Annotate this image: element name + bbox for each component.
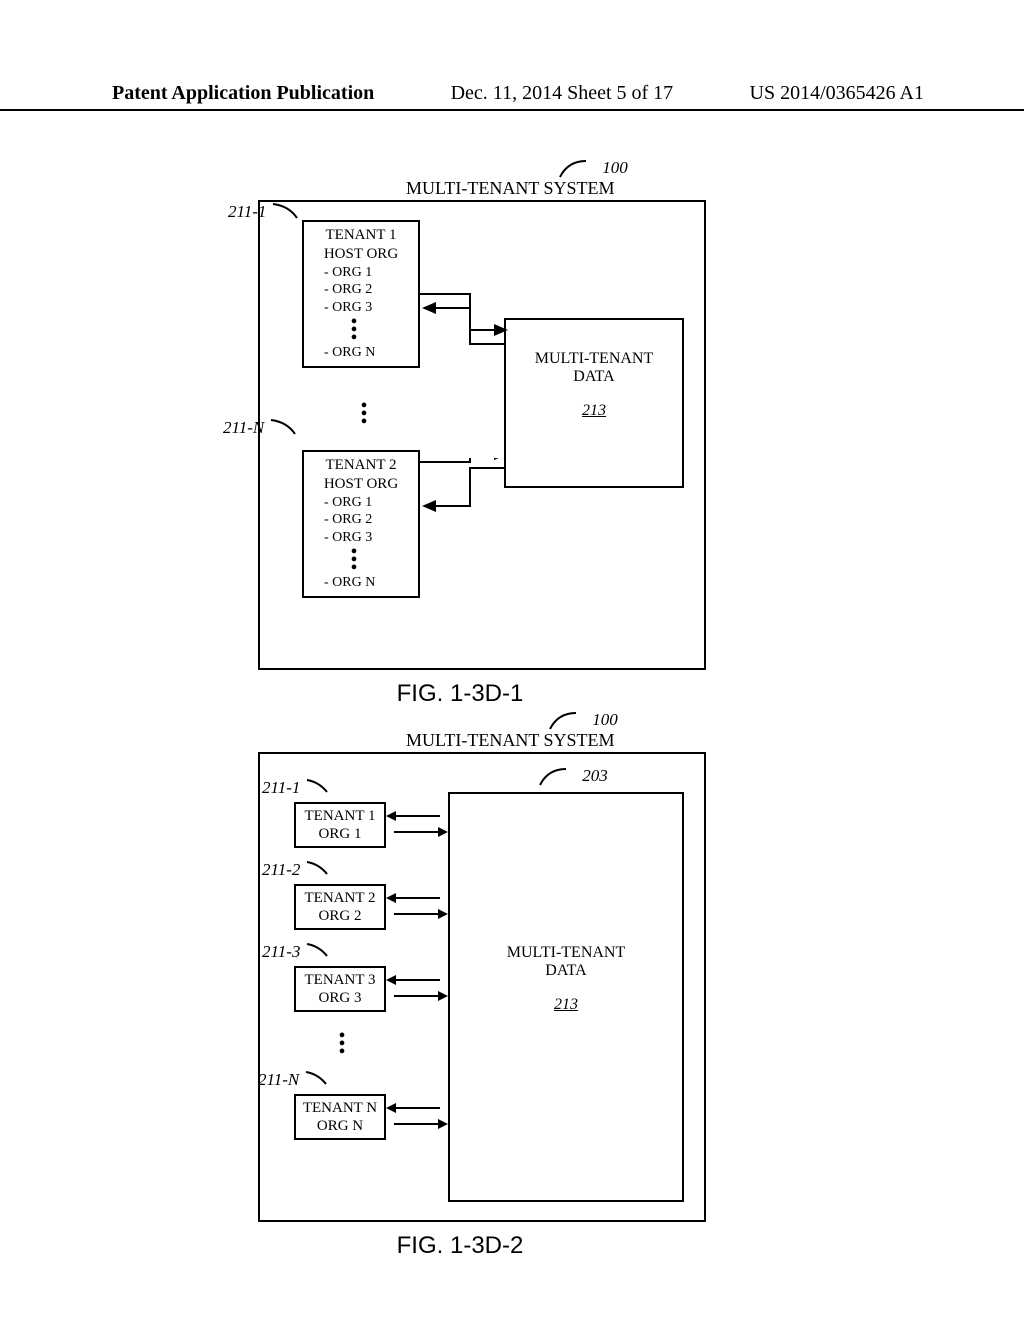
data-ref-2: 213 xyxy=(554,996,578,1014)
system-ref-label-2: 100 xyxy=(548,710,618,731)
tenant-ref-n: 211-N xyxy=(258,1070,330,1090)
figure-caption-1: FIG. 1-3D-1 xyxy=(360,680,560,708)
dots-icon: ••• xyxy=(344,548,364,572)
system-title: MULTI-TENANT SYSTEM xyxy=(406,178,615,199)
tenant-ref-3: 211-3 xyxy=(262,942,331,962)
header-mid: Dec. 11, 2014 Sheet 5 of 17 xyxy=(451,82,674,105)
biarrow-icon xyxy=(386,812,448,836)
arrow-tenant2-to-data xyxy=(420,458,510,518)
arrow-tenant1-to-data xyxy=(420,290,510,350)
data-title: MULTI-TENANT DATA xyxy=(506,350,682,386)
tenant2-box: TENANT 2 HOST ORG - ORG 1 - ORG 2 - ORG … xyxy=(302,450,420,598)
data-ref: 213 xyxy=(582,402,606,420)
data-box-ref-203: 203 xyxy=(538,766,608,787)
header-left: Patent Application Publication xyxy=(0,82,374,105)
tenant1-box: TENANT 1 HOST ORG - ORG 1 - ORG 2 - ORG … xyxy=(302,220,420,368)
tenant1-orgs: - ORG 1 - ORG 2 - ORG 3 ••• - ORG N xyxy=(324,264,412,362)
system-ref-label: 100 xyxy=(558,158,628,179)
multi-tenant-data-box: MULTI-TENANT DATA 213 xyxy=(504,318,684,488)
figure-caption-2: FIG. 1-3D-2 xyxy=(360,1232,560,1260)
dots-icon: ••• xyxy=(344,318,364,342)
tenant2-orgs: - ORG 1 - ORG 2 - ORG 3 ••• - ORG N xyxy=(324,494,412,592)
tenantN-ref-label: 211-N xyxy=(223,418,299,438)
tenant1-host: HOST ORG xyxy=(310,245,412,264)
system-title-2: MULTI-TENANT SYSTEM xyxy=(406,730,615,751)
header-right: US 2014/0365426 A1 xyxy=(750,82,1024,105)
figure-1-3d-2: 100 MULTI-TENANT SYSTEM MULTI-TENANT DAT… xyxy=(258,722,706,1222)
multi-tenant-data-box-2: MULTI-TENANT DATA 213 xyxy=(448,792,684,1202)
tenant1-name: TENANT 1 xyxy=(310,226,412,245)
system-ref-100: 100 xyxy=(602,158,628,177)
biarrow-icon xyxy=(386,976,448,1000)
tenant-box-3: TENANT 3 ORG 3 xyxy=(294,966,386,1012)
biarrow-icon xyxy=(386,894,448,918)
tenant-box-2: TENANT 2 ORG 2 xyxy=(294,884,386,930)
tenant1-ref-label: 211-1 xyxy=(228,202,301,222)
data-title-2: MULTI-TENANT DATA xyxy=(450,944,682,980)
figure-1-3d-1: 100 MULTI-TENANT SYSTEM 211-1 TENANT 1 H… xyxy=(258,170,706,670)
dots-icon: ••• xyxy=(354,402,374,426)
tenant2-name: TENANT 2 xyxy=(310,456,412,475)
system-ref-100-b: 100 xyxy=(592,710,618,729)
biarrow-icon xyxy=(386,1104,448,1128)
tenant-box-n: TENANT N ORG N xyxy=(294,1094,386,1140)
tenant2-host: HOST ORG xyxy=(310,475,412,494)
tenant-ref-1: 211-1 xyxy=(262,778,331,798)
dots-icon: ••• xyxy=(332,1032,352,1056)
tenant-box-1: TENANT 1 ORG 1 xyxy=(294,802,386,848)
page-header: Patent Application Publication Dec. 11, … xyxy=(0,82,1024,111)
tenant-ref-2: 211-2 xyxy=(262,860,331,880)
